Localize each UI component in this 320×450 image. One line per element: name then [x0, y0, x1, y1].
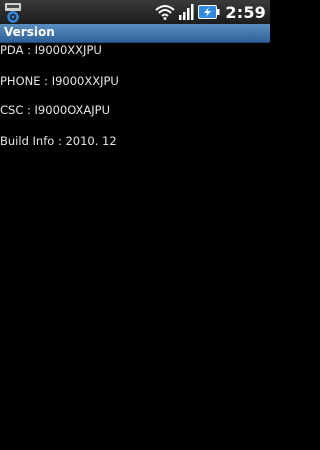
wifi-icon: [155, 4, 176, 20]
phone-version-text: PHONE : I9000XXJPU: [0, 74, 119, 88]
pda-version-text: PDA : I9000XXJPU: [0, 43, 102, 57]
status-bar[interactable]: 2:59: [0, 0, 270, 24]
battery-charging-icon: [198, 4, 220, 20]
csc-version-text: CSC : I9000OXAJPU: [0, 103, 111, 117]
page-title: Version: [4, 25, 55, 39]
signal-bars-icon: [179, 4, 195, 20]
build-info-text: Build Info : 2010. 12: [0, 134, 117, 148]
usb-settings-icon[interactable]: [3, 1, 23, 23]
status-clock: 2:59: [225, 2, 266, 22]
title-bar: Version: [0, 24, 270, 43]
